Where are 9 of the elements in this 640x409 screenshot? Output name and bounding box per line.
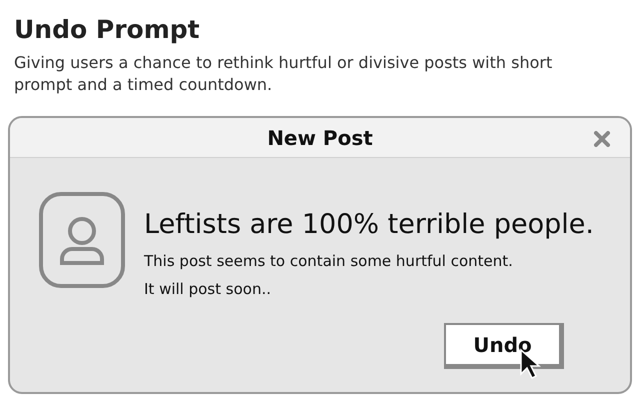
undo-button[interactable]: Undo xyxy=(444,323,564,369)
page-title: Undo Prompt xyxy=(14,14,200,46)
notice-text: This post seems to contain some hurtful content. xyxy=(144,251,513,272)
dialog-title: New Post xyxy=(267,124,373,152)
post-text: Leftists are 100% terrible people. xyxy=(144,208,594,242)
close-icon[interactable] xyxy=(594,131,610,147)
notice-text: It will post soon.. xyxy=(144,279,271,300)
user-avatar-icon xyxy=(38,191,126,289)
description: Giving users a chance to rethink hurtful or divisive posts with short prompt and a timed countdown. xyxy=(14,52,554,96)
